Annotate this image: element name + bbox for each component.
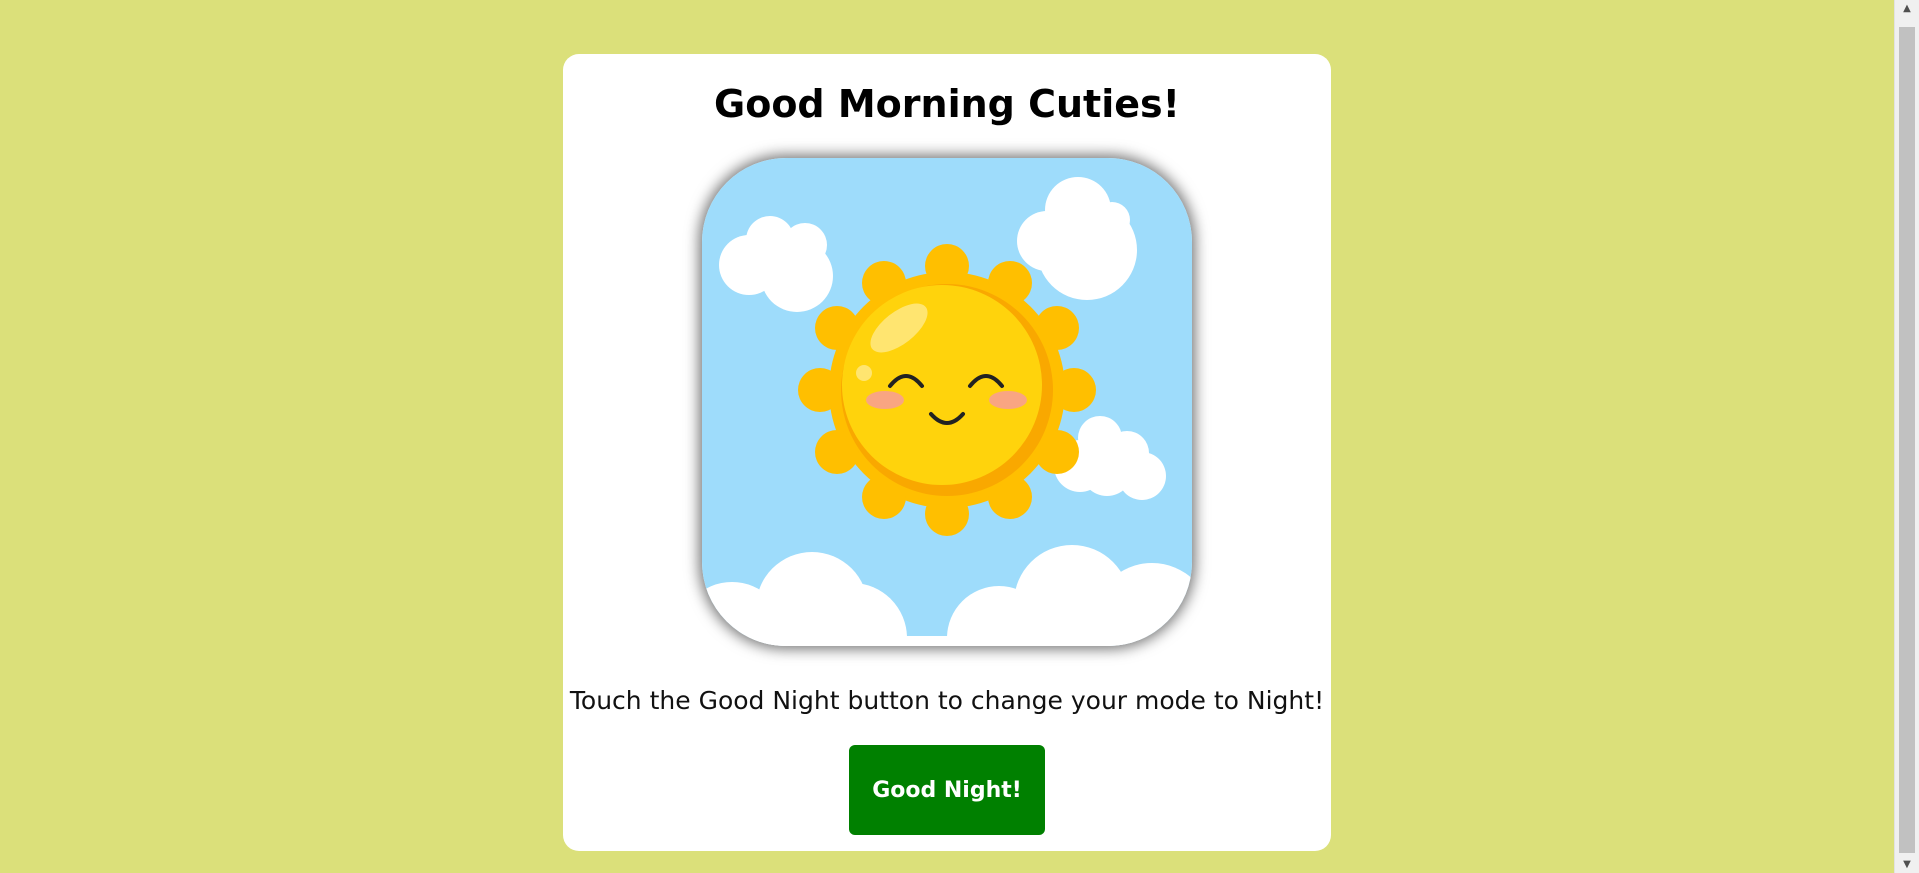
sun-highlight-dot-icon — [856, 365, 872, 381]
instruction-text: Touch the Good Night button to change yo… — [569, 686, 1325, 715]
sun-body-icon — [842, 285, 1042, 485]
page-background: Good Morning Cuties! Touch the Good Nigh… — [0, 0, 1919, 873]
good-night-button[interactable]: Good Night! — [849, 745, 1045, 835]
scroll-thumb[interactable] — [1899, 27, 1915, 853]
right-cheek-icon — [989, 391, 1027, 409]
scroll-up-arrow-icon[interactable]: ▲ — [1895, 0, 1919, 17]
vertical-scrollbar[interactable]: ▲ ▼ — [1894, 0, 1919, 873]
mode-card: Good Morning Cuties! Touch the Good Nigh… — [563, 54, 1331, 851]
page-title: Good Morning Cuties! — [714, 82, 1180, 126]
sun-image — [702, 158, 1192, 646]
scroll-down-arrow-icon[interactable]: ▼ — [1895, 856, 1919, 873]
left-cheek-icon — [866, 391, 904, 409]
sun-illustration-icon — [702, 158, 1192, 646]
